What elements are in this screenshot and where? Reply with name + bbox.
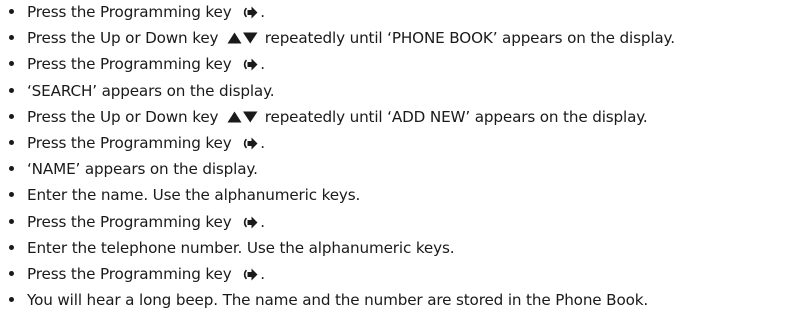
bullet bbox=[9, 166, 14, 172]
instruction-list: Press the Programming key . Press the Up… bbox=[9, 1, 805, 315]
bullet bbox=[9, 139, 14, 145]
step-text-end: . bbox=[260, 133, 265, 152]
step-text: Enter the name. Use the alphanumeric key… bbox=[27, 186, 361, 205]
list-item: Press the Up or Down key repeatedly unti… bbox=[9, 106, 805, 132]
step-text-end: . bbox=[260, 55, 265, 74]
step-text: Enter the telephone number. Use the alph… bbox=[27, 238, 455, 257]
step-text: Press the Programming key bbox=[27, 55, 232, 74]
programming-key-icon bbox=[244, 268, 258, 281]
step-text: Press the Up or Down key bbox=[27, 29, 219, 48]
bullet bbox=[9, 9, 14, 14]
bullet bbox=[9, 297, 14, 303]
step-text: Press the Programming key bbox=[27, 264, 232, 283]
step-text-end: repeatedly until ‘PHONE BOOK’ appears on… bbox=[264, 29, 675, 48]
list-item: Press the Programming key . bbox=[9, 263, 805, 289]
programming-key-icon bbox=[244, 137, 258, 150]
step-text: Press the Up or Down key bbox=[27, 107, 219, 126]
step-text: Press the Programming key bbox=[27, 133, 232, 152]
bullet bbox=[9, 192, 14, 198]
step-text: Press the Programming key bbox=[27, 212, 232, 231]
list-item: Press the Programming key . bbox=[9, 211, 805, 237]
list-item: Enter the telephone number. Use the alph… bbox=[9, 237, 805, 263]
step-text: ‘NAME’ appears on the display. bbox=[27, 160, 258, 179]
step-text: ‘SEARCH’ appears on the display. bbox=[27, 81, 275, 100]
bullet bbox=[9, 87, 14, 93]
list-item: You will hear a long beep. The name and … bbox=[9, 289, 805, 315]
step-text: Press the Programming key bbox=[27, 3, 232, 21]
step-text-end: . bbox=[260, 264, 265, 283]
list-item: Press the Programming key . bbox=[9, 53, 805, 79]
list-item: Press the Up or Down key repeatedly unti… bbox=[9, 27, 805, 53]
bullet bbox=[9, 244, 14, 250]
step-text: You will hear a long beep. The name and … bbox=[27, 291, 649, 310]
list-item: Press the Programming key . bbox=[9, 1, 805, 27]
step-text-end: repeatedly until ‘ADD NEW’ appears on th… bbox=[264, 107, 648, 126]
bullet bbox=[9, 113, 14, 119]
step-text-end: . bbox=[260, 3, 265, 21]
list-item: ‘NAME’ appears on the display. bbox=[9, 158, 805, 184]
list-item: ‘SEARCH’ appears on the display. bbox=[9, 80, 805, 106]
bullet bbox=[9, 35, 14, 41]
programming-key-icon bbox=[244, 216, 258, 228]
bullet bbox=[9, 218, 14, 224]
bullet bbox=[9, 270, 14, 276]
step-text-end: . bbox=[260, 212, 265, 231]
programming-key-icon bbox=[244, 6, 258, 19]
programming-key-icon bbox=[244, 58, 258, 71]
up-down-key-icon bbox=[227, 32, 258, 44]
bullet bbox=[9, 61, 14, 67]
list-item: Enter the name. Use the alphanumeric key… bbox=[9, 184, 805, 210]
list-item: Press the Programming key . bbox=[9, 132, 805, 158]
up-down-key-icon bbox=[227, 111, 258, 123]
